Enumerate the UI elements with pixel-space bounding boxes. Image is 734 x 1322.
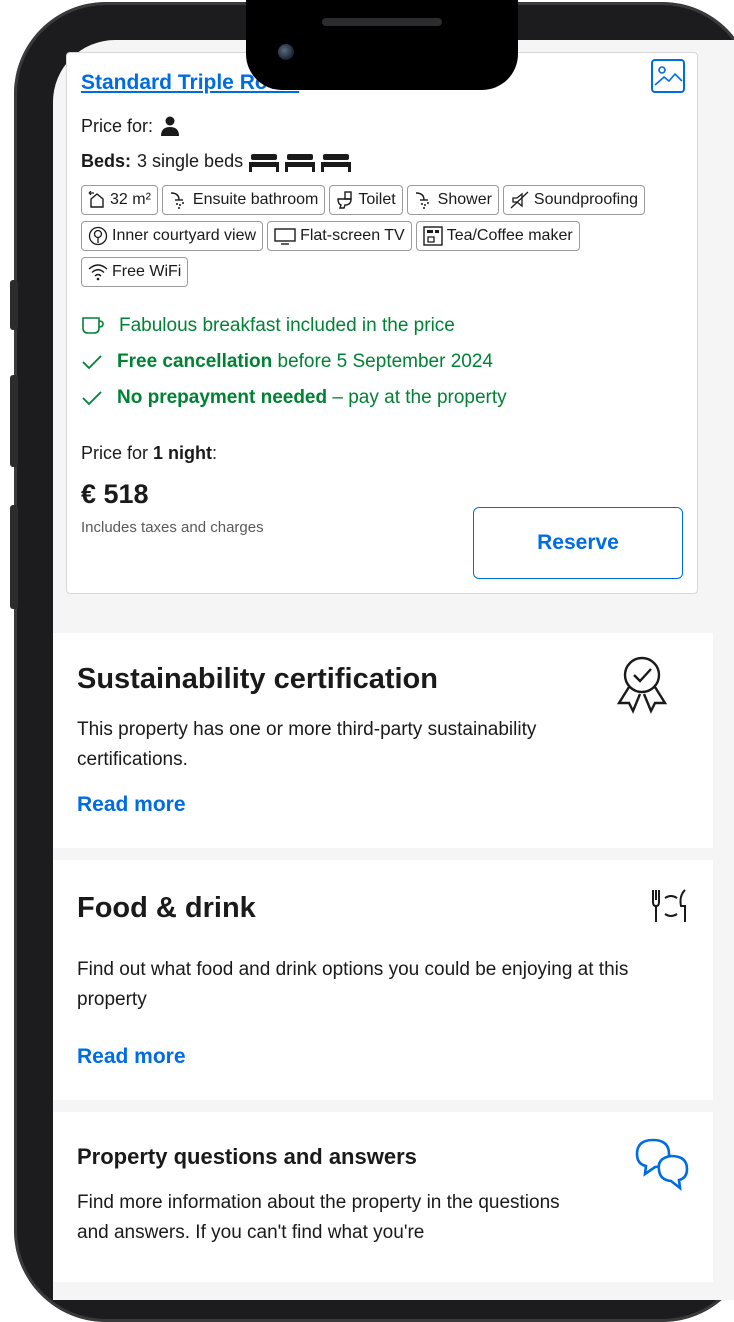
toilet-icon xyxy=(337,191,353,209)
room-card: Standard Triple Room Price for: Beds: 3 … xyxy=(66,52,698,594)
cancellation-bold: Free cancellation xyxy=(117,351,273,372)
sustainability-title: Sustainability certification xyxy=(77,663,438,695)
room-size-icon xyxy=(88,191,104,208)
facility-chip: Shower xyxy=(406,185,499,215)
prepayment-bold: No prepayment needed xyxy=(117,387,328,408)
cutlery-plate-icon xyxy=(652,889,686,922)
certification-badge-icon xyxy=(616,656,668,714)
cancellation-perk: Free cancellation before 5 September 202… xyxy=(81,351,493,373)
wifi-icon xyxy=(88,264,108,281)
chat-bubbles-icon xyxy=(635,1138,689,1191)
prepayment-rest: – pay at the property xyxy=(332,387,507,408)
facility-chip: Inner courtyard view xyxy=(81,221,264,251)
reserve-button[interactable]: Reserve xyxy=(473,507,683,579)
facility-chip: Flat-screen TV xyxy=(267,221,412,251)
volume-up-button xyxy=(10,375,18,467)
taxes-note: Includes taxes and charges xyxy=(81,519,264,536)
beds-row: Beds: 3 single beds xyxy=(81,151,352,172)
facility-chips: 32 m² Ensuite bathroom Toilet Shower Sou… xyxy=(81,185,681,287)
prepayment-perk: No prepayment needed – pay at the proper… xyxy=(81,387,507,409)
facility-chip: 32 m² xyxy=(81,185,158,215)
mute-switch xyxy=(10,280,18,330)
tv-icon xyxy=(274,228,296,245)
facility-chip: Tea/Coffee maker xyxy=(415,221,580,251)
front-camera-icon xyxy=(278,44,294,60)
breakfast-perk: Fabulous breakfast included in the price xyxy=(81,315,455,337)
bed-icon xyxy=(249,153,280,172)
phone-speaker xyxy=(322,18,442,26)
sustainability-section: Sustainability certification This proper… xyxy=(53,633,713,848)
beds-value: 3 single beds xyxy=(137,151,244,171)
bed-icon xyxy=(285,153,316,172)
shower-icon xyxy=(415,192,429,209)
tree-icon xyxy=(88,226,108,246)
coffee-maker-icon xyxy=(422,226,443,246)
price-for-nights: Price for 1 night: xyxy=(81,443,218,463)
qa-body: Find more information about the property… xyxy=(77,1192,560,1243)
photo-gallery-icon[interactable] xyxy=(651,59,685,93)
price-for-label: Price for: xyxy=(81,115,154,136)
sustainability-body: This property has one or more third-part… xyxy=(77,719,537,770)
facility-chip: Ensuite bathroom xyxy=(161,185,326,215)
room-price: € 518 xyxy=(81,479,149,509)
shower-icon xyxy=(170,192,184,209)
facility-chip: Toilet xyxy=(329,185,403,215)
volume-down-button xyxy=(10,505,18,609)
qa-section: Property questions and answers Find more… xyxy=(53,1112,713,1282)
facility-chip: Soundproofing xyxy=(502,185,646,215)
price-for-row: Price for: xyxy=(81,115,181,137)
sustainability-read-more-link[interactable]: Read more xyxy=(77,793,186,817)
food-drink-title: Food & drink xyxy=(77,892,256,924)
food-drink-read-more-link[interactable]: Read more xyxy=(77,1045,186,1069)
facility-chip: Free WiFi xyxy=(81,257,189,287)
breakfast-text: Fabulous breakfast included in the price xyxy=(119,315,455,336)
person-icon xyxy=(161,116,180,136)
food-drink-section: Food & drink Find out what food and drin… xyxy=(53,860,713,1100)
coffee-cup-icon xyxy=(82,317,104,334)
checkmark-icon xyxy=(82,355,102,370)
checkmark-icon xyxy=(82,391,102,406)
cancellation-rest: before 5 September 2024 xyxy=(277,351,494,372)
food-drink-body: Find out what food and drink options you… xyxy=(77,959,629,1010)
soundproofing-icon xyxy=(510,191,529,209)
bed-icon xyxy=(321,153,352,172)
beds-label: Beds: xyxy=(81,151,132,171)
qa-title: Property questions and answers xyxy=(77,1144,417,1169)
